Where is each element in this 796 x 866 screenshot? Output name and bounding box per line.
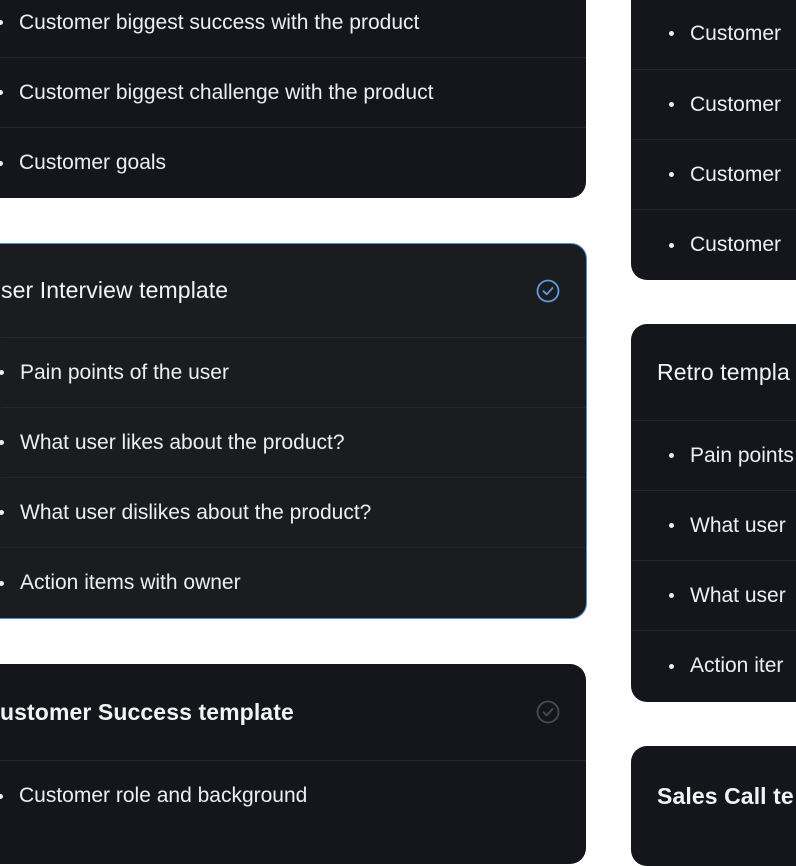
list-item-label: Action iter	[690, 654, 784, 677]
check-circle-icon[interactable]	[536, 279, 560, 303]
bullet-icon	[669, 593, 674, 598]
list-item: Customer biggest success with the produc…	[0, 0, 586, 58]
list-item: Customer	[631, 70, 796, 140]
card-title: ser Interview template	[1, 277, 229, 303]
card-title: Sales Call te	[657, 782, 794, 809]
list-item: Customer	[631, 210, 796, 280]
bullet-icon	[0, 90, 3, 95]
list-item: Customer	[631, 140, 796, 210]
bullet-icon	[669, 242, 674, 248]
template-card-retro[interactable]: Retro templa Pain points What user What …	[631, 324, 796, 702]
list-item: Customer	[631, 0, 796, 70]
bullet-icon	[0, 20, 3, 25]
template-card-user-interview[interactable]: ser Interview template Pain points of th…	[0, 243, 587, 619]
bullet-icon	[0, 510, 4, 515]
list-item-label: What user likes about the product?	[20, 430, 345, 454]
card-title: ustomer Success template	[0, 698, 294, 725]
list-item: What user	[631, 491, 796, 561]
list-item-label: Pain points of the user	[20, 360, 229, 384]
list-item-label: Action items with owner	[20, 571, 241, 594]
card-title: Retro templa	[657, 358, 790, 385]
bullet-icon	[0, 160, 3, 166]
card-header: Retro templa	[631, 324, 796, 421]
bullet-icon	[669, 523, 674, 528]
list-item: Action items with owner	[0, 548, 586, 618]
template-card-right-top[interactable]: Customer Customer Customer Customer	[631, 0, 796, 280]
bullet-icon	[0, 440, 4, 445]
bullet-icon	[669, 172, 674, 177]
list-item: What user likes about the product?	[0, 408, 586, 478]
list-item-label: Pain points	[690, 443, 794, 467]
list-item: What user	[631, 561, 796, 631]
list-item: Customer biggest challenge with the prod…	[0, 58, 586, 128]
list-item: Pain points	[631, 421, 796, 491]
list-item-label: What user	[690, 583, 786, 607]
list-item-label: What user	[690, 513, 786, 537]
list-item: Pain points of the user	[0, 338, 586, 408]
list-item-label: Customer role and background	[19, 784, 308, 807]
card-header: Sales Call te	[631, 746, 796, 846]
list-item-label: Customer	[690, 92, 782, 116]
list-item-label: Customer goals	[19, 151, 167, 174]
bullet-icon	[0, 793, 3, 799]
template-card-sales-call[interactable]: Sales Call te	[631, 746, 796, 866]
list-item-label: Customer	[690, 162, 782, 186]
bullet-icon	[669, 453, 674, 458]
list-item: Customer role and background	[0, 761, 586, 831]
card-header: ser Interview template	[1, 244, 586, 338]
list-item: Action iter	[631, 631, 796, 701]
list-item-label: Customer	[690, 233, 782, 256]
list-item-label: What user dislikes about the product?	[20, 500, 372, 524]
bullet-icon	[0, 370, 4, 375]
bullet-icon	[0, 580, 4, 586]
bullet-icon	[669, 102, 674, 107]
card-header: ustomer Success template	[0, 664, 586, 761]
check-circle-icon[interactable]	[536, 700, 560, 724]
list-item-label: Customer biggest challenge with the prod…	[19, 80, 434, 104]
bullet-icon	[669, 663, 674, 669]
bullet-icon	[669, 31, 674, 36]
list-item-label: Customer biggest success with the produc…	[19, 10, 420, 34]
template-card-customer-success[interactable]: ustomer Success template Customer role a…	[0, 664, 586, 864]
list-item-label: Customer	[690, 21, 782, 45]
template-card-customer-feedback[interactable]: Customer biggest success with the produc…	[0, 0, 586, 198]
list-item: What user dislikes about the product?	[0, 478, 586, 548]
list-item: Customer goals	[0, 128, 586, 198]
